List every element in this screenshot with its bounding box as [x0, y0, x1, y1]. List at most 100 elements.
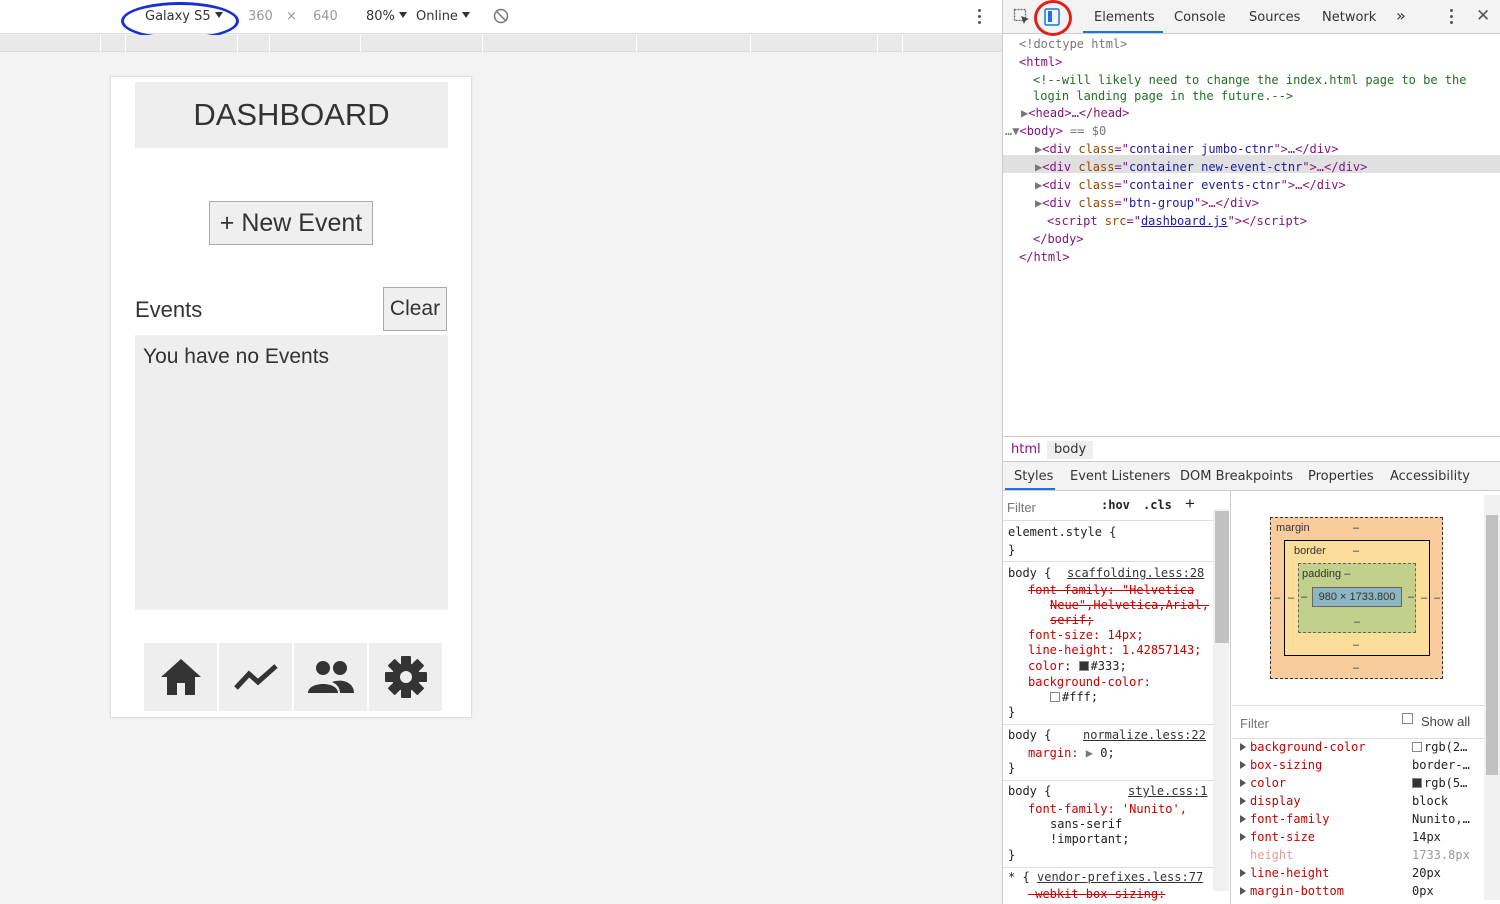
- settings-button[interactable]: [369, 643, 442, 711]
- style-line[interactable]: background-color:: [1028, 675, 1151, 690]
- styles-filter-input[interactable]: [1007, 497, 1087, 517]
- rule-selector[interactable]: body {: [1008, 728, 1051, 743]
- computed-prop[interactable]: color: [1240, 776, 1286, 790]
- trending-up-icon: [233, 664, 278, 690]
- active-subtab-indicator: [1005, 488, 1055, 490]
- computed-scrollbar[interactable]: [1484, 495, 1500, 900]
- dom-div-jumbo[interactable]: ▶<div class="container jumbo-ctnr">…</di…: [1035, 140, 1338, 158]
- style-line[interactable]: line-height: 1.42857143;: [1028, 643, 1201, 658]
- rule-brace: }: [1008, 848, 1016, 862]
- style-line-margin[interactable]: margin: ▶ 0;: [1028, 746, 1115, 761]
- home-icon: [160, 659, 201, 695]
- computed-prop[interactable]: font-size: [1240, 830, 1315, 844]
- close-icon[interactable]: ✕: [1476, 6, 1490, 26]
- computed-prop[interactable]: line-height: [1240, 866, 1329, 880]
- computed-prop[interactable]: height: [1250, 848, 1293, 862]
- rule-source-link[interactable]: vendor-prefixes.less:77: [1037, 870, 1203, 885]
- dom-tree: <!doctype html> <html> <!--will likely n…: [1003, 34, 1500, 434]
- dom-html-close[interactable]: </html>: [1019, 248, 1070, 266]
- dom-body-close[interactable]: </body>: [1033, 230, 1084, 248]
- cls-toggle[interactable]: .cls: [1143, 498, 1172, 512]
- box-model-value: –: [1274, 592, 1281, 604]
- subtab-styles[interactable]: Styles: [1014, 469, 1053, 484]
- new-event-button[interactable]: + New Event: [209, 201, 373, 245]
- color-swatch[interactable]: [1050, 692, 1060, 702]
- styles-scrollbar[interactable]: [1213, 509, 1229, 891]
- box-model-border[interactable]: border – – – – padding – – – – 980 × 173…: [1284, 540, 1430, 656]
- height-input[interactable]: 640: [313, 9, 338, 24]
- dom-script[interactable]: <script src="dashboard.js"></script>: [1047, 212, 1307, 230]
- more-options-icon[interactable]: [978, 9, 982, 27]
- dom-div-events[interactable]: ▶<div class="container events-ctnr">…</d…: [1035, 176, 1346, 194]
- bg-value: #fff;: [1062, 690, 1099, 704]
- tab-sources[interactable]: Sources: [1249, 10, 1300, 25]
- style-line: serif;: [1050, 613, 1094, 627]
- dom-body[interactable]: …▼<body> == $0: [1005, 122, 1106, 140]
- style-line[interactable]: -webkit-box-sizing:: [1028, 887, 1165, 902]
- box-model-value: –: [1288, 592, 1295, 604]
- rule-selector[interactable]: body {: [1008, 784, 1051, 799]
- color-swatch: [1412, 778, 1422, 788]
- empty-message: You have no Events: [143, 345, 330, 368]
- rule-brace: }: [1008, 543, 1016, 557]
- rotate-icon[interactable]: [493, 8, 509, 28]
- style-line-bg-value: #fff;: [1050, 690, 1098, 705]
- dom-html-open[interactable]: <html>: [1019, 53, 1062, 71]
- show-all-checkbox[interactable]: [1402, 713, 1413, 724]
- dom-div-btn-group[interactable]: ▶<div class="btn-group">…</div>: [1035, 194, 1259, 212]
- active-tab-indicator: [1083, 31, 1163, 33]
- rule-selector[interactable]: body {: [1008, 566, 1051, 581]
- subtab-dom-breakpoints[interactable]: DOM Breakpoints: [1180, 469, 1293, 484]
- computed-prop[interactable]: display: [1240, 794, 1301, 808]
- hov-toggle[interactable]: :hov: [1101, 498, 1130, 512]
- style-line[interactable]: font-size: 14px;: [1028, 628, 1144, 643]
- script-src-link[interactable]: dashboard.js: [1141, 214, 1228, 228]
- tab-elements[interactable]: Elements: [1094, 10, 1155, 25]
- rule-source-link[interactable]: style.css:1: [1128, 784, 1207, 799]
- dom-comment-line-2[interactable]: login landing page in the future.-->: [1033, 87, 1293, 105]
- clear-button[interactable]: Clear: [383, 287, 447, 331]
- subtab-properties[interactable]: Properties: [1308, 469, 1374, 484]
- style-line[interactable]: font-family: "Helvetica: [1028, 583, 1194, 598]
- tab-network[interactable]: Network: [1322, 10, 1376, 25]
- subtab-event-listeners[interactable]: Event Listeners: [1070, 469, 1170, 484]
- computed-filter-input[interactable]: [1240, 714, 1340, 732]
- breadcrumb-body[interactable]: body: [1047, 441, 1094, 459]
- rule-source-link[interactable]: normalize.less:22: [1083, 728, 1206, 743]
- more-tabs-icon[interactable]: »: [1396, 6, 1406, 25]
- box-model-value: –: [1301, 591, 1308, 603]
- bottom-nav: [144, 643, 442, 711]
- computed-prop[interactable]: font-family: [1240, 812, 1329, 826]
- computed-value: rgb(2…: [1412, 740, 1467, 754]
- box-model-margin[interactable]: margin – – – – border – – – – padding – …: [1270, 517, 1443, 679]
- width-input[interactable]: 360: [248, 9, 273, 24]
- computed-prop[interactable]: background-color: [1240, 740, 1366, 754]
- people-button[interactable]: [294, 643, 367, 711]
- element-style-selector[interactable]: element.style {: [1008, 525, 1116, 540]
- stats-button[interactable]: [219, 643, 292, 711]
- devtools-menu-icon[interactable]: [1450, 9, 1453, 24]
- home-button[interactable]: [144, 643, 217, 711]
- network-select[interactable]: Online: [416, 9, 470, 24]
- style-line[interactable]: font-family: 'Nunito',: [1028, 802, 1187, 817]
- rule-selector[interactable]: * {: [1008, 870, 1030, 885]
- computed-prop[interactable]: box-sizing: [1240, 758, 1322, 772]
- zoom-select[interactable]: 80%: [366, 9, 407, 24]
- breadcrumb-html[interactable]: html: [1011, 442, 1041, 457]
- tab-console[interactable]: Console: [1174, 10, 1226, 25]
- new-rule-button[interactable]: +: [1185, 494, 1195, 514]
- box-model-padding[interactable]: padding – – – – 980 × 1733.800: [1298, 563, 1416, 633]
- dom-head[interactable]: ▶<head>…</head>: [1021, 104, 1129, 122]
- box-model-padding-label: padding –: [1302, 568, 1351, 580]
- box-model-content[interactable]: 980 × 1733.800: [1312, 587, 1402, 607]
- devtools-panel: Elements Console Sources Network » ✕ <!d…: [1002, 0, 1500, 904]
- rule-source-link[interactable]: scaffolding.less:28: [1067, 566, 1204, 581]
- dom-doctype[interactable]: <!doctype html>: [1019, 35, 1127, 53]
- inspect-element-icon[interactable]: [1013, 8, 1031, 30]
- dom-div-new-event[interactable]: ▶<div class="container new-event-ctnr">……: [1035, 158, 1367, 176]
- subtab-accessibility[interactable]: Accessibility: [1390, 469, 1470, 484]
- box-model-value: –: [1353, 522, 1360, 534]
- computed-prop[interactable]: margin-bottom: [1240, 884, 1344, 898]
- style-line-color[interactable]: color: #333;: [1028, 659, 1127, 674]
- color-swatch[interactable]: [1078, 661, 1089, 671]
